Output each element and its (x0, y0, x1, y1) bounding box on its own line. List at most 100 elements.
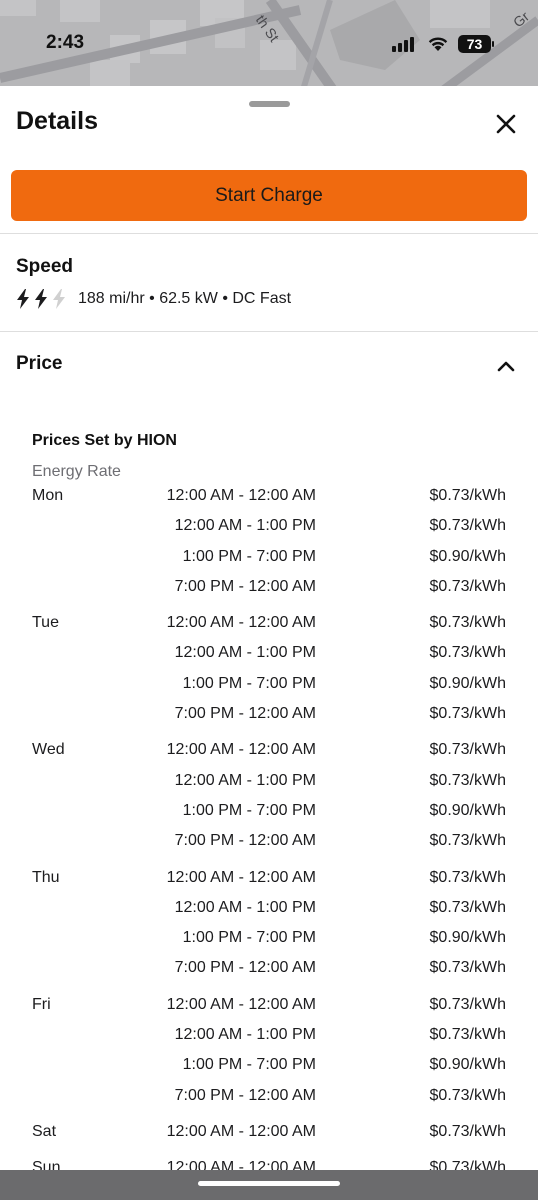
rate-row: 7:00 PM - 12:00 AM $0.73/kWh (0, 700, 538, 730)
battery-icon: 73 (458, 35, 491, 53)
rate-row: 1:00 PM - 7:00 PM $0.90/kWh (0, 797, 538, 827)
rate-row: 1:00 PM - 7:00 PM $0.90/kWh (0, 1051, 538, 1081)
rate-row: 1:00 PM - 7:00 PM $0.90/kWh (0, 924, 538, 954)
rate-value: $0.73/kWh (429, 832, 506, 850)
rate-value: $0.73/kWh (429, 487, 506, 504)
time-range: 1:00 PM - 7:00 PM (182, 547, 316, 565)
time-range: 7:00 PM - 12:00 AM (174, 705, 316, 723)
wifi-icon (428, 37, 448, 51)
price-heading: Price (16, 353, 63, 374)
rate-value: $0.90/kWh (429, 1056, 506, 1074)
rate-value: $0.73/kWh (429, 644, 506, 662)
rate-value: $0.73/kWh (429, 959, 506, 977)
time-range: 7:00 PM - 12:00 AM (174, 959, 316, 977)
time-range: 7:00 PM - 12:00 AM (174, 1086, 316, 1104)
energy-rate-label: Energy Rate (32, 463, 121, 480)
time-range: 12:00 AM - 1:00 PM (174, 517, 316, 535)
day-label: Wed (32, 741, 65, 759)
time-range: 1:00 PM - 7:00 PM (182, 1056, 316, 1074)
day-label: Thu (32, 868, 60, 886)
time-range: 12:00 AM - 12:00 AM (166, 741, 316, 759)
home-bar (0, 1170, 538, 1200)
time-range: 12:00 AM - 1:00 PM (174, 1026, 316, 1044)
rate-row: 12:00 AM - 1:00 PM $0.73/kWh (0, 639, 538, 669)
speed-heading: Speed (16, 256, 74, 277)
time-range: 12:00 AM - 12:00 AM (166, 868, 316, 886)
divider (0, 233, 538, 234)
rate-row: 1:00 PM - 7:00 PM $0.90/kWh (0, 543, 538, 573)
rate-row: Thu 12:00 AM - 12:00 AM $0.73/kWh (0, 864, 538, 894)
speed-details: 188 mi/hr • 62.5 kW • DC Fast (78, 290, 292, 307)
rate-row: 12:00 AM - 1:00 PM $0.73/kWh (0, 894, 538, 924)
rate-value: $0.90/kWh (429, 674, 506, 692)
speed-row: 188 mi/hr • 62.5 kW • DC Fast (16, 287, 291, 311)
day-block: Fri 12:00 AM - 12:00 AM $0.73/kWh 12:00 AM … (0, 991, 538, 1118)
chevron-up-icon[interactable] (496, 359, 516, 373)
rate-value: $0.90/kWh (429, 801, 506, 819)
time-range: 7:00 PM - 12:00 AM (174, 577, 316, 595)
time-range: 1:00 PM - 7:00 PM (182, 929, 316, 947)
price-schedule: Mon 12:00 AM - 12:00 AM $0.73/kWh 12:00 AM … (0, 482, 538, 1191)
day-block: Tue 12:00 AM - 12:00 AM $0.73/kWh 12:00 AM … (0, 609, 538, 736)
close-icon[interactable] (492, 110, 520, 138)
price-section-toggle[interactable]: Price (0, 332, 538, 402)
time-range: 12:00 AM - 12:00 AM (166, 1122, 316, 1140)
day-block: Mon 12:00 AM - 12:00 AM $0.73/kWh 12:00 AM … (0, 482, 538, 609)
rate-value: $0.73/kWh (429, 1026, 506, 1044)
rate-row: 7:00 PM - 12:00 AM $0.73/kWh (0, 954, 538, 984)
rate-row: 12:00 AM - 1:00 PM $0.73/kWh (0, 1021, 538, 1051)
status-time: 2:43 (46, 32, 85, 53)
rate-value: $0.73/kWh (429, 517, 506, 535)
day-block: Sat 12:00 AM - 12:00 AM $0.73/kWh (0, 1118, 538, 1154)
rate-row: 7:00 PM - 12:00 AM $0.73/kWh (0, 827, 538, 857)
time-range: 7:00 PM - 12:00 AM (174, 832, 316, 850)
rate-row: 7:00 PM - 12:00 AM $0.73/kWh (0, 1082, 538, 1112)
details-sheet: Details Start Charge Speed 188 mi/hr • 6… (0, 86, 538, 1200)
rate-row: Wed 12:00 AM - 12:00 AM $0.73/kWh (0, 736, 538, 766)
day-label: Mon (32, 487, 64, 504)
day-block: Thu 12:00 AM - 12:00 AM $0.73/kWh 12:00 AM … (0, 864, 538, 991)
time-range: 1:00 PM - 7:00 PM (182, 801, 316, 819)
rate-row: Tue 12:00 AM - 12:00 AM $0.73/kWh (0, 609, 538, 639)
lightning-bolt-icon-inactive (53, 289, 65, 309)
home-indicator[interactable] (198, 1181, 340, 1186)
rate-value: $0.73/kWh (429, 1122, 506, 1140)
rate-value: $0.90/kWh (429, 547, 506, 565)
rate-row: 12:00 AM - 1:00 PM $0.73/kWh (0, 512, 538, 542)
time-range: 12:00 AM - 12:00 AM (166, 487, 316, 504)
status-bar: 2:43 73 (0, 0, 538, 86)
time-range: 1:00 PM - 7:00 PM (182, 674, 316, 692)
rate-value: $0.73/kWh (429, 1086, 506, 1104)
rate-value: $0.73/kWh (429, 705, 506, 723)
lightning-bolt-icon (17, 289, 29, 309)
rate-row: 1:00 PM - 7:00 PM $0.90/kWh (0, 670, 538, 700)
rate-row: Sat 12:00 AM - 12:00 AM $0.73/kWh (0, 1118, 538, 1148)
rate-value: $0.73/kWh (429, 898, 506, 916)
rate-row: Mon 12:00 AM - 12:00 AM $0.73/kWh (0, 482, 538, 512)
rate-value: $0.73/kWh (429, 614, 506, 632)
rate-row: Fri 12:00 AM - 12:00 AM $0.73/kWh (0, 991, 538, 1021)
time-range: 12:00 AM - 1:00 PM (174, 644, 316, 662)
lightning-bolt-icon (35, 289, 47, 309)
prices-set-by: Prices Set by HION (32, 432, 177, 449)
time-range: 12:00 AM - 12:00 AM (166, 614, 316, 632)
time-range: 12:00 AM - 1:00 PM (174, 771, 316, 789)
page-title: Details (16, 107, 98, 135)
rate-value: $0.73/kWh (429, 771, 506, 789)
rate-value: $0.73/kWh (429, 995, 506, 1013)
day-block: Wed 12:00 AM - 12:00 AM $0.73/kWh 12:00 AM … (0, 736, 538, 863)
rate-value: $0.73/kWh (429, 868, 506, 886)
day-label: Sat (32, 1122, 57, 1140)
start-charge-button[interactable]: Start Charge (11, 170, 527, 221)
day-label: Tue (32, 614, 59, 632)
time-range: 12:00 AM - 1:00 PM (174, 898, 316, 916)
battery-nub (492, 41, 494, 47)
sheet-grabber[interactable] (249, 101, 290, 107)
cellular-signal-icon (392, 37, 414, 52)
day-label: Fri (32, 995, 51, 1013)
rate-value: $0.73/kWh (429, 577, 506, 595)
rate-row: 7:00 PM - 12:00 AM $0.73/kWh (0, 573, 538, 603)
rate-row: 12:00 AM - 1:00 PM $0.73/kWh (0, 767, 538, 797)
time-range: 12:00 AM - 12:00 AM (166, 995, 316, 1013)
rate-value: $0.90/kWh (429, 929, 506, 947)
